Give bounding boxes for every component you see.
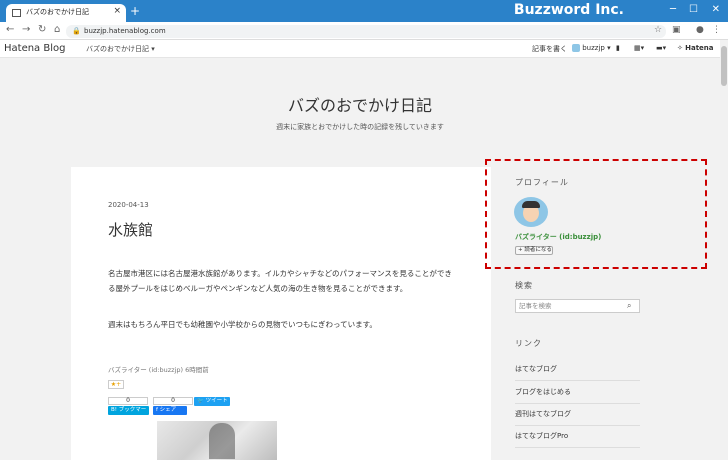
search-input[interactable]: 記事を検索 [515, 299, 640, 313]
new-tab-button[interactable]: + [130, 4, 140, 18]
tweet-label: ツイート [205, 398, 228, 404]
url-text: buzzjp.hatenablog.com [84, 27, 166, 35]
window-close-icon[interactable]: ✕ [712, 4, 720, 15]
sidebar-link[interactable]: はてなブログ [515, 364, 640, 381]
article-paragraph: 名古屋市港区には名古屋港水族館があります。イルカやシャチなどのパフォーマンスを見… [108, 269, 452, 293]
tab-close-icon[interactable]: × [113, 6, 121, 16]
search-heading: 検索 [515, 281, 533, 290]
address-bar: ← → ↻ ⌂ 🔒 buzzjp.hatenablog.com ☆ ▣ ● ⋮ [0, 22, 728, 40]
browser-tab[interactable]: バズのおでかけ日記 × [6, 4, 126, 22]
hatena-blog-logo[interactable]: Hatena Blog [4, 43, 65, 54]
blog-description: 週末に家族とおでかけした時の記録を残していきます [276, 123, 444, 131]
blog-title[interactable]: バズのおでかけ日記 [0, 92, 720, 116]
sidebar-link[interactable]: ブログをはじめる [515, 387, 640, 404]
forward-icon[interactable]: → [22, 24, 30, 35]
tab-title: バズのおでかけ日記 [26, 8, 89, 16]
hatena-bookmark-button[interactable]: B! ブックマーク [108, 406, 149, 422]
sidebar-link[interactable]: はてなブログPro [515, 431, 640, 448]
article-card: 2020-04-13 水族館 名古屋市港区には名古屋港水族館があります。イルカや… [71, 167, 491, 460]
minimize-icon[interactable]: ─ [670, 4, 676, 15]
twitter-bird-icon: 🐦 [197, 398, 204, 404]
profile-name-link[interactable]: バズライター (id:buzzjp) [515, 232, 601, 242]
page-scrollbar[interactable] [720, 40, 728, 460]
extension-icon[interactable]: ▣ [672, 25, 681, 35]
user-avatar-icon [572, 44, 580, 52]
favicon-icon [12, 9, 21, 17]
blog-name-menu[interactable]: バズのおでかけ日記 ▾ [86, 44, 155, 54]
url-field[interactable]: 🔒 buzzjp.hatenablog.com [66, 25, 666, 38]
hatena-label: Hatena [685, 44, 714, 52]
article-photo [157, 421, 277, 460]
article-date[interactable]: 2020-04-13 [108, 201, 149, 209]
brand-watermark: Buzzword Inc. [513, 2, 624, 18]
article-title[interactable]: 水族館 [108, 219, 153, 240]
notification-icon[interactable]: ▬▾ [656, 44, 666, 52]
apps-grid-icon[interactable]: ▦▾ [634, 44, 644, 52]
profile-avatar[interactable] [514, 197, 548, 227]
user-name: buzzjp ▾ [582, 44, 611, 52]
add-star-button[interactable]: ★+ [108, 380, 124, 389]
article-author[interactable]: バズライター (id:buzzjp) 6時間前 [108, 364, 209, 374]
menu-icon[interactable]: ⋮ [712, 25, 721, 35]
links-heading: リンク [515, 339, 542, 348]
avatar-hair [522, 201, 540, 208]
bookmark-star-icon[interactable]: ☆ [654, 25, 662, 35]
maximize-icon[interactable]: ☐ [689, 4, 698, 15]
user-menu[interactable]: buzzjp ▾ [572, 44, 611, 52]
reload-icon[interactable]: ↻ [38, 24, 46, 35]
scroll-thumb[interactable] [721, 46, 727, 86]
home-icon[interactable]: ⌂ [54, 24, 60, 35]
back-icon[interactable]: ← [6, 24, 14, 35]
account-icon[interactable]: ● [696, 25, 704, 35]
tweet-button[interactable]: 🐦 ツイート [194, 397, 230, 406]
bookmark-count: 0 [108, 397, 148, 405]
subscribe-button[interactable]: + 読者になる [515, 246, 553, 255]
browser-titlebar: バズのおでかけ日記 × + Buzzword Inc. ─ ☐ ✕ [0, 0, 728, 22]
bookmark-list-icon[interactable]: ▮ [616, 44, 620, 52]
hatena-link[interactable]: ✧ Hatena [677, 44, 714, 52]
article-paragraph: 週末はもちろん平日でも幼稚園や小学校からの見物でいつもにぎわっています。 [108, 320, 377, 329]
lock-icon: 🔒 [72, 27, 81, 35]
search-icon[interactable]: ⌕ [627, 301, 631, 311]
hatena-header: Hatena Blog バズのおでかけ日記 ▾ 記事を書く buzzjp ▾ ▮… [0, 40, 720, 58]
hatena-icon: ✧ [677, 44, 683, 52]
facebook-share-button[interactable]: f シェア [153, 406, 187, 415]
profile-heading: プロフィール [515, 178, 569, 187]
write-article-link[interactable]: 記事を書く [532, 44, 567, 54]
share-count: 0 [153, 397, 193, 405]
sidebar-link[interactable]: 週刊はてなブログ [515, 409, 640, 426]
